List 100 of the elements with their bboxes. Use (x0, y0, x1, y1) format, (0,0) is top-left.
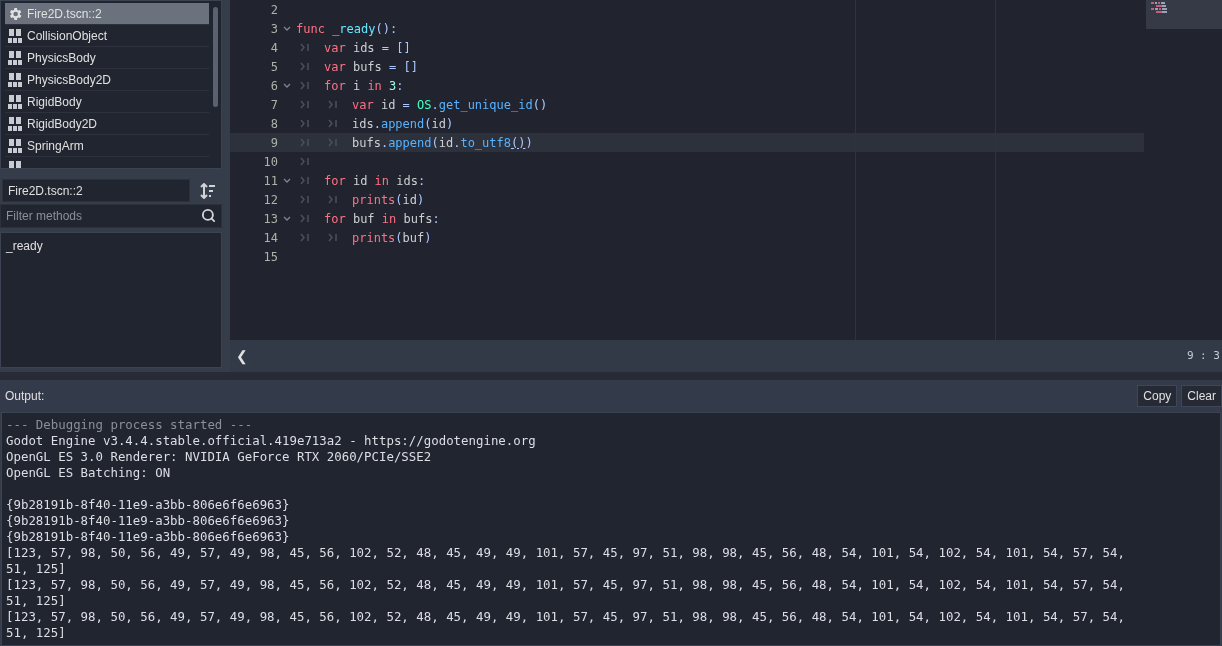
code-token: bufs (402, 210, 433, 228)
output-line: --- Debugging process started --- (6, 417, 254, 433)
code-token: ids (351, 39, 376, 57)
tab-marker-icon (300, 81, 310, 90)
back-arrow[interactable]: ❮ (236, 345, 248, 367)
method-item[interactable]: _ready (6, 237, 216, 255)
doc-book-icon (7, 93, 23, 110)
line-number: 2 (269, 1, 278, 19)
script-list-item[interactable]: PhysicsBody2D (5, 69, 209, 91)
doc-book-icon (7, 49, 23, 66)
code-token: buf (351, 210, 376, 228)
line-number: 6 (269, 77, 278, 95)
doc-book-icon (7, 137, 23, 154)
code-token: . (380, 134, 389, 152)
doc-book-icon (7, 27, 23, 44)
script-list-item[interactable]: RigidBody (5, 91, 209, 113)
code-token: ( (395, 191, 403, 209)
code-token: bufs (351, 58, 383, 76)
code-token: . (453, 134, 461, 152)
code-token: bufs (352, 134, 381, 152)
tab-marker-icon (328, 195, 338, 204)
code-token: var (324, 58, 346, 76)
code-token: buf (402, 229, 425, 247)
tab-marker-icon (300, 100, 310, 109)
code-token: id (431, 115, 446, 133)
code-token: ids (395, 172, 418, 190)
tab-marker-icon (300, 43, 310, 52)
line-number: 11 (262, 172, 278, 190)
line-number: 8 (269, 115, 278, 133)
line-number: 10 (262, 153, 278, 171)
line-number: 14 (262, 229, 278, 247)
code-token: OS (417, 96, 432, 114)
code-token: id (379, 96, 397, 114)
line-number: 13 (262, 210, 278, 228)
output-line: OpenGL ES 3.0 Renderer: NVIDIA GeForce RTX 2060/PCIe/SSE2 (6, 449, 433, 465)
script-list-item[interactable]: Fire2D.tscn::2 (5, 3, 209, 25)
scrollbar[interactable] (213, 7, 218, 107)
code-token: ids (352, 115, 374, 133)
search-icon[interactable] (201, 208, 216, 223)
script-list-item[interactable]: RigidBody2D (5, 113, 209, 135)
tab-marker-icon (300, 176, 310, 185)
code-token: func (296, 20, 325, 38)
code-token: for (324, 210, 346, 228)
sort-icon[interactable] (200, 182, 216, 199)
tab-marker-icon (328, 138, 338, 147)
minimap-code-icon (1151, 2, 1169, 13)
output-line: OpenGL ES Batching: ON (6, 465, 172, 481)
line-number: 4 (269, 39, 278, 57)
filter-methods-field[interactable]: Filter methods (0, 204, 222, 228)
output-line: 51, 125] (6, 625, 67, 641)
code-token: 3 (388, 77, 397, 95)
tab-marker-icon (328, 119, 338, 128)
code-token: append (388, 134, 432, 152)
code-token: = (402, 96, 411, 114)
tab-marker-icon (300, 157, 310, 166)
code-token: . (431, 96, 439, 114)
code-token: in (367, 77, 382, 95)
script-list-item[interactable]: PhysicsBody (5, 47, 209, 69)
output-line: [123, 57, 98, 50, 56, 49, 57, 49, 98, 45, 56, 102, 52, 48, 45, 49, 49, 101, 57, 45, 97, 51, 98, 98, 45, 56, 48, 54, 101, 54, 102, 54, 101, 54, 57, 54, (6, 609, 1126, 625)
script-list-item[interactable]: CollisionObject (5, 25, 209, 47)
code-token: = [] (389, 58, 418, 76)
code-token: var (324, 39, 346, 57)
code-token: in (381, 210, 397, 228)
code-token: () (511, 134, 526, 152)
line-number: 15 (262, 248, 278, 266)
output-line: Godot Engine v3.4.4.stable.official.419e713a2 - https://godotengine.org (6, 433, 537, 449)
line-number: 5 (269, 58, 278, 76)
output-line: 51, 125] (6, 561, 67, 577)
code-token: . (373, 115, 381, 133)
tab-marker-icon (300, 119, 310, 128)
code-token: ) (445, 115, 454, 133)
code-token: i (351, 77, 362, 95)
code-token: : (417, 172, 426, 190)
minimap[interactable] (1146, 0, 1222, 29)
output-button[interactable]: Copy (1137, 385, 1178, 407)
output-line: [123, 57, 98, 50, 56, 49, 57, 49, 98, 45, 56, 102, 52, 48, 45, 49, 49, 101, 57, 45, 97, 51, 98, 98, 45, 56, 48, 54, 101, 54, 102, 54, 101, 54, 57, 54, (6, 577, 1126, 593)
code-token: : (396, 77, 404, 95)
code-token: = [] (381, 39, 411, 57)
output-line: {9b28191b-8f40-11e9-a3bb-806e6f6e6963} (6, 513, 291, 529)
tab-marker-icon (300, 62, 310, 71)
code-token: prints (352, 191, 396, 209)
line-number: 9 (269, 134, 278, 152)
doc-book-icon (7, 71, 23, 88)
output-line: {9b28191b-8f40-11e9-a3bb-806e6f6e6963} (6, 497, 291, 513)
doc-book-icon (7, 115, 23, 132)
code-token: ) (424, 229, 432, 247)
code-token: (): (375, 20, 398, 38)
code-token: var (352, 96, 374, 114)
code-token: _ready (331, 20, 376, 38)
tab-marker-icon (328, 100, 338, 109)
line-number: 7 (269, 96, 278, 114)
tab-marker-icon (300, 233, 310, 242)
output-button[interactable]: Clear (1181, 385, 1222, 407)
output-line: 51, 125] (6, 593, 67, 609)
script-name-field[interactable]: Fire2D.tscn::2 (2, 179, 190, 202)
script-list-item[interactable]: SpringArm (5, 135, 209, 157)
code-token: id (351, 172, 369, 190)
output-title: Output: (5, 388, 45, 405)
code-token: ) (525, 134, 533, 152)
code-token: ( (424, 115, 432, 133)
